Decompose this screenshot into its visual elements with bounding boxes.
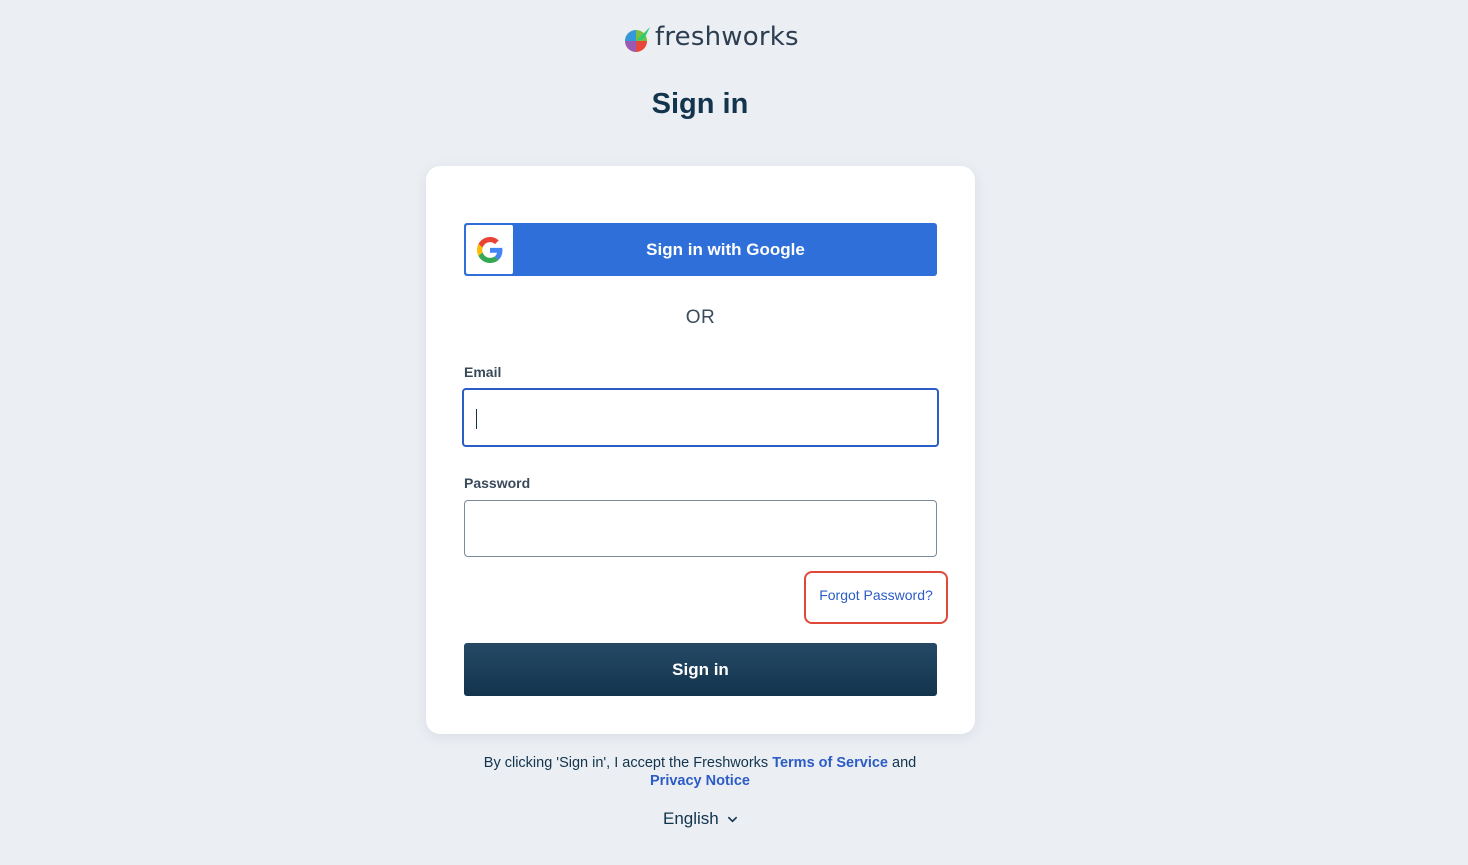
chevron-down-icon (727, 816, 737, 822)
sign-in-page: freshworks Sign in Sign in with Google O… (0, 0, 1468, 865)
or-divider: OR (685, 307, 716, 328)
legal-prefix: By clicking 'Sign in', I accept the Fres… (483, 755, 769, 771)
freshworks-logo: freshworks (623, 18, 799, 56)
google-sign-in-label: Sign in with Google (646, 240, 805, 259)
forgot-password-link[interactable]: Forgot Password? (806, 587, 946, 603)
privacy-notice-link[interactable]: Privacy Notice (650, 773, 750, 789)
password-label: Password (464, 475, 531, 491)
brand-name: freshworks (655, 22, 799, 52)
legal-notice: By clicking 'Sign in', I accept the Fres… (0, 754, 1400, 790)
email-label: Email (464, 364, 502, 380)
google-sign-in-button[interactable]: Sign in with Google (464, 223, 937, 276)
google-icon (476, 236, 502, 263)
page-title: Sign in (651, 88, 749, 120)
text-caret (476, 409, 477, 429)
email-field[interactable] (462, 388, 939, 447)
legal-conjunction: and (892, 755, 917, 771)
language-label: English (663, 809, 719, 828)
password-field[interactable] (464, 500, 937, 557)
sign-in-card: Sign in with Google OR Email Password Fo… (426, 166, 975, 734)
forgot-password-highlight: Forgot Password? (804, 571, 948, 624)
language-selector[interactable]: English (663, 809, 738, 829)
sign-in-button[interactable]: Sign in (464, 643, 937, 696)
terms-of-service-link[interactable]: Terms of Service (772, 755, 888, 771)
freshworks-leaf-icon (625, 27, 650, 52)
google-icon-container (466, 225, 513, 274)
